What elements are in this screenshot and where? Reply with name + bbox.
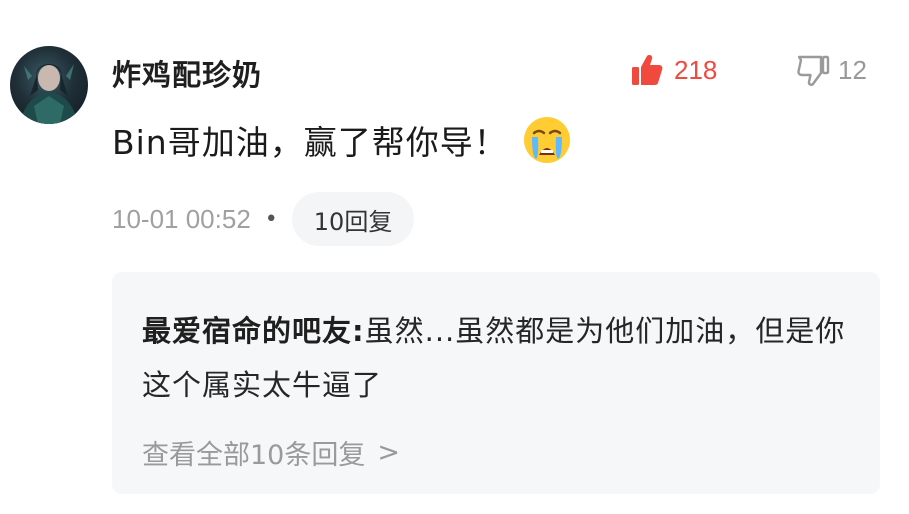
avatar[interactable] bbox=[10, 46, 88, 124]
dislike-button[interactable]: 12 bbox=[796, 50, 867, 90]
like-count: 218 bbox=[674, 54, 718, 85]
avatar-character-image bbox=[20, 64, 78, 124]
timestamp: 10-01 00:52 bbox=[112, 203, 251, 234]
comment-content: Bin哥加油，赢了帮你导！ bbox=[112, 116, 572, 164]
view-all-replies-label: 查看全部10条回复 bbox=[142, 439, 366, 471]
like-button[interactable]: 218 bbox=[630, 50, 717, 90]
comment-meta: 10-01 00:52 • 10回复 bbox=[112, 192, 415, 246]
reply-item[interactable]: 最爱宿命的吧友:虽然...虽然都是为他们加油，但是你这个属实太牛逼了 bbox=[142, 304, 862, 412]
comment-body: Bin哥加油，赢了帮你导！ bbox=[112, 123, 508, 162]
crying-face-emoji-icon bbox=[523, 117, 570, 163]
comment-card: 炸鸡配珍奶 218 12 Bin哥加油，赢了帮你导！ 10-01 00:52 •… bbox=[0, 0, 909, 514]
meta-separator: • bbox=[264, 206, 278, 232]
replies-preview: 最爱宿命的吧友:虽然...虽然都是为他们加油，但是你这个属实太牛逼了 查看全部1… bbox=[112, 272, 880, 494]
chevron-right-icon: > bbox=[377, 436, 400, 468]
thumbs-down-icon bbox=[797, 55, 830, 86]
thumbs-up-icon bbox=[632, 55, 663, 85]
reply-author-colon: : bbox=[352, 314, 365, 348]
username[interactable]: 炸鸡配珍奶 bbox=[112, 52, 262, 94]
reply-author[interactable]: 最爱宿命的吧友 bbox=[142, 314, 352, 348]
dislike-count: 12 bbox=[838, 54, 867, 85]
reply-count-button[interactable]: 10回复 bbox=[291, 192, 415, 246]
view-all-replies-link[interactable]: 查看全部10条回复 > bbox=[142, 430, 400, 474]
